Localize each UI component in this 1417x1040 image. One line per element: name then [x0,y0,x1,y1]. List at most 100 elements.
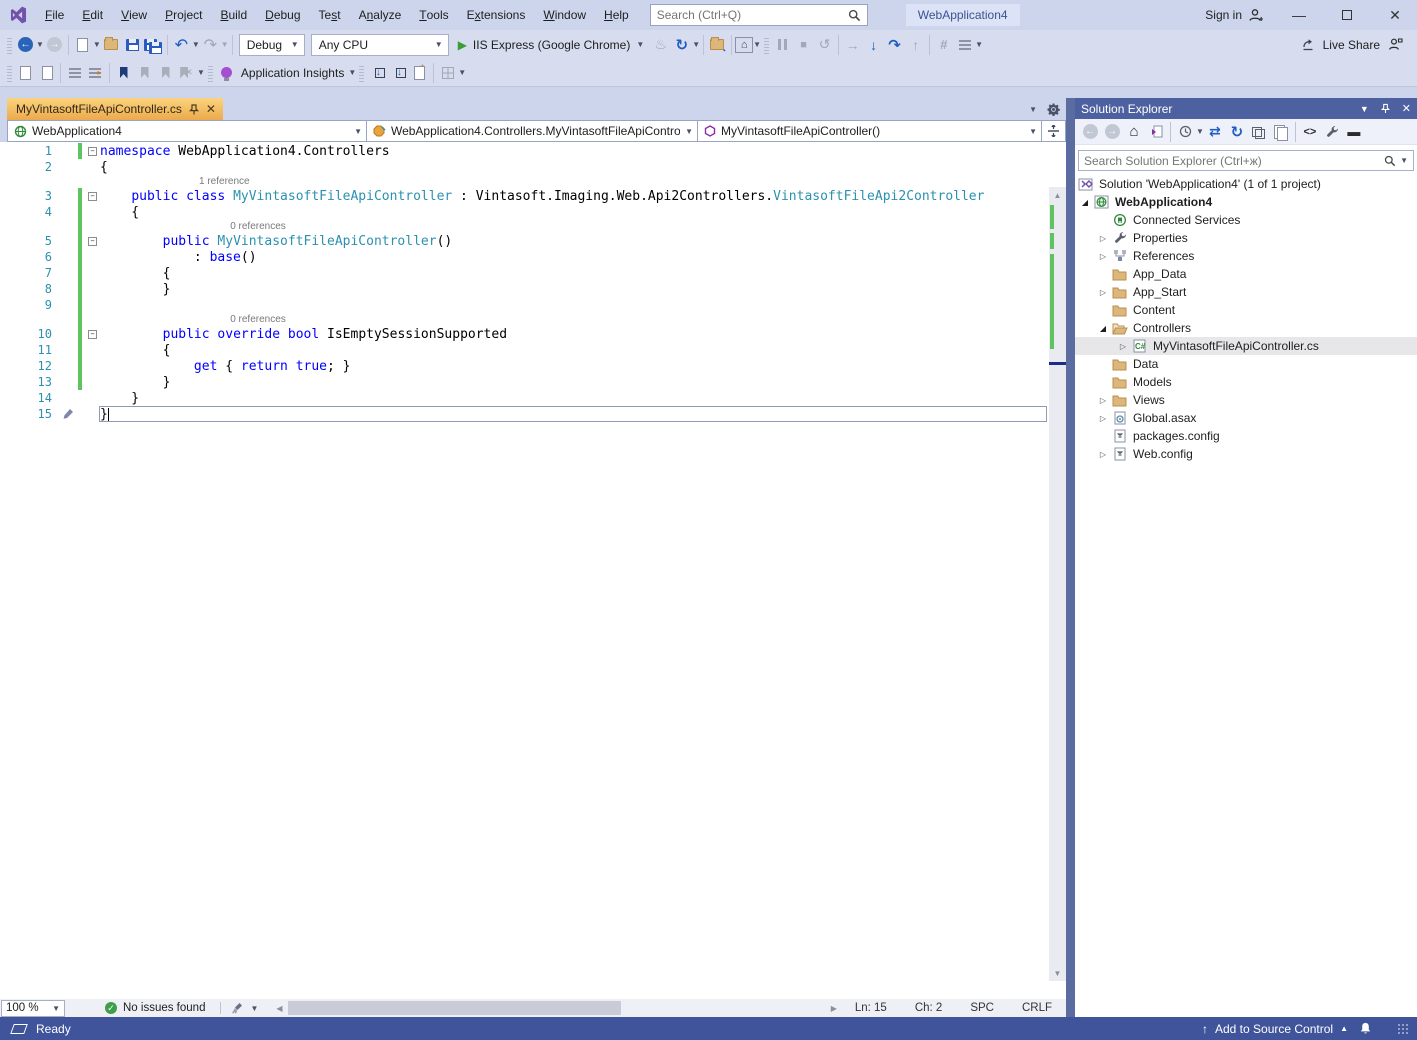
expander-icon[interactable]: ▷ [1095,396,1111,405]
close-button[interactable]: ✕ [1373,0,1417,30]
menu-item-build[interactable]: Build [211,0,256,30]
tree-item-packages-config[interactable]: packages.config [1075,427,1417,445]
menu-item-test[interactable]: Test [310,0,350,30]
tree-item-data[interactable]: Data [1075,355,1417,373]
sync-icon[interactable]: ⇄ [1204,121,1226,143]
previous-bookmark-button[interactable] [134,62,155,84]
code-line-11[interactable]: 11 { [0,342,1049,358]
codelens-row[interactable]: 0 references [0,313,1049,326]
refresh-icon[interactable]: ↻ [1226,121,1248,143]
fold-collapse-icon[interactable]: − [88,237,97,246]
pause-debug-button[interactable] [772,34,793,56]
search-options-dropdown[interactable]: ▼ [1400,156,1408,165]
find-in-files-button[interactable] [707,34,728,56]
increase-indent-button[interactable]: ▸ [85,62,106,84]
pin-icon[interactable] [189,104,199,115]
se-forward-button[interactable]: → [1101,121,1123,143]
code-line-12[interactable]: 12 get { return true; } [0,358,1049,374]
codelens-row[interactable]: 1 reference [0,175,1049,188]
expander-icon[interactable]: ▷ [1095,414,1111,423]
restart-debug-button[interactable]: ↺ [814,34,835,56]
live-share-button[interactable]: Live Share [1302,38,1380,52]
minimize-button[interactable]: — [1277,0,1321,30]
notifications-bell-icon[interactable] [1358,1021,1373,1036]
document-list-dropdown[interactable]: ▼ [1029,105,1037,114]
expander-icon[interactable]: ▷ [1095,252,1111,261]
menu-item-analyze[interactable]: Analyze [350,0,411,30]
codelens-row[interactable]: 0 references [0,220,1049,233]
filter-dropdown[interactable]: ▼ [1196,127,1204,136]
issues-indicator[interactable]: ✓ No issues found [65,1002,217,1014]
code-cleanup-dropdown[interactable]: ▼ [250,1004,258,1013]
show-next-statement-button[interactable]: → [842,34,863,56]
step-over-button[interactable]: ↷ [884,34,905,56]
horizontal-scrollbar-thumb[interactable] [288,1001,621,1015]
add-to-source-control-button[interactable]: ↑ Add to Source Control ▲ [1202,1022,1348,1036]
tree-item-global-asax[interactable]: ▷Global.asax [1075,409,1417,427]
menu-item-file[interactable]: File [36,0,73,30]
redo-dropdown[interactable]: ▼ [221,40,229,49]
new-file-button[interactable] [72,34,93,56]
expander-icon[interactable]: ▷ [1095,288,1111,297]
bookmarks-dropdown[interactable]: ▼ [197,68,205,77]
menu-item-debug[interactable]: Debug [256,0,309,30]
add-to-source-control-button[interactable]: ↓ [367,62,388,84]
restart-dropdown[interactable]: ▼ [692,40,700,49]
toolbar-grip[interactable] [359,64,364,82]
se-back-button[interactable]: ← [1079,121,1101,143]
tree-item-references[interactable]: ▷References [1075,247,1417,265]
tree-item-webapplication4[interactable]: ◢WebApplication4 [1075,193,1417,211]
pending-changes-filter-button[interactable] [1174,121,1196,143]
search-icon[interactable] [1384,155,1396,167]
clear-bookmarks-button[interactable]: ✕ [176,62,197,84]
code-line-14[interactable]: 14 } [0,390,1049,406]
code-editor[interactable]: 1−namespace WebApplication4.Controllers2… [0,142,1066,999]
search-icon[interactable] [848,9,861,22]
navigate-to-button[interactable] [15,62,36,84]
expander-icon[interactable]: ▷ [1115,342,1131,351]
fold-collapse-icon[interactable]: − [88,192,97,201]
code-line-9[interactable]: 9 [0,297,1049,313]
menu-item-window[interactable]: Window [534,0,595,30]
debug-windows-dropdown[interactable]: ▼ [975,40,983,49]
document-tab[interactable]: MyVintasoftFileApiController.cs ✕ [7,98,223,120]
resize-grip[interactable] [1397,1023,1409,1035]
step-out-button[interactable]: ↑ [905,34,926,56]
navigate-backward-dropdown[interactable]: ▼ [36,40,44,49]
home-icon[interactable]: ⌂ [1123,121,1145,143]
tree-item-content[interactable]: Content [1075,301,1417,319]
quick-search-box[interactable] [650,4,868,26]
fold-collapse-icon[interactable]: − [88,330,97,339]
browser-link-home-button[interactable]: ⌂ [735,37,753,53]
stop-debug-button[interactable]: ■ [793,34,814,56]
gear-icon[interactable] [1047,103,1060,116]
application-insights-dropdown[interactable]: ▼ [348,68,356,77]
open-file-button[interactable] [101,34,122,56]
fold-collapse-icon[interactable]: − [88,147,97,156]
navigate-forward-button[interactable]: → [44,34,65,56]
decrease-indent-button[interactable] [64,62,85,84]
member-list-button[interactable] [36,62,57,84]
code-line-1[interactable]: 1−namespace WebApplication4.Controllers [0,143,1049,159]
undo-button[interactable]: ↶ [171,34,192,56]
solution-configuration-combo[interactable]: Debug▼ [239,34,305,56]
search-input[interactable] [657,8,848,22]
new-file-dropdown[interactable]: ▼ [93,40,101,49]
menu-item-view[interactable]: View [112,0,156,30]
background-tasks-icon[interactable] [10,1024,28,1034]
code-line-4[interactable]: 4 { [0,204,1049,220]
tree-item-models[interactable]: Models [1075,373,1417,391]
save-button[interactable] [122,34,143,56]
pin-icon[interactable] [1381,103,1390,114]
split-window-button[interactable] [1042,120,1066,142]
output-window-button[interactable] [954,34,975,56]
se-search-input[interactable] [1084,154,1384,168]
tree-item-properties[interactable]: ▷Properties [1075,229,1417,247]
restart-application-button[interactable]: ↻ [671,34,692,56]
menu-item-tools[interactable]: Tools [410,0,457,30]
collapse-all-button[interactable] [1248,121,1270,143]
tree-item-web-config[interactable]: ▷Web.config [1075,445,1417,463]
tree-item-app-data[interactable]: App_Data [1075,265,1417,283]
navigate-backward-button[interactable]: ← [15,34,36,56]
toolbar-options-dropdown[interactable]: ▼ [458,68,466,77]
